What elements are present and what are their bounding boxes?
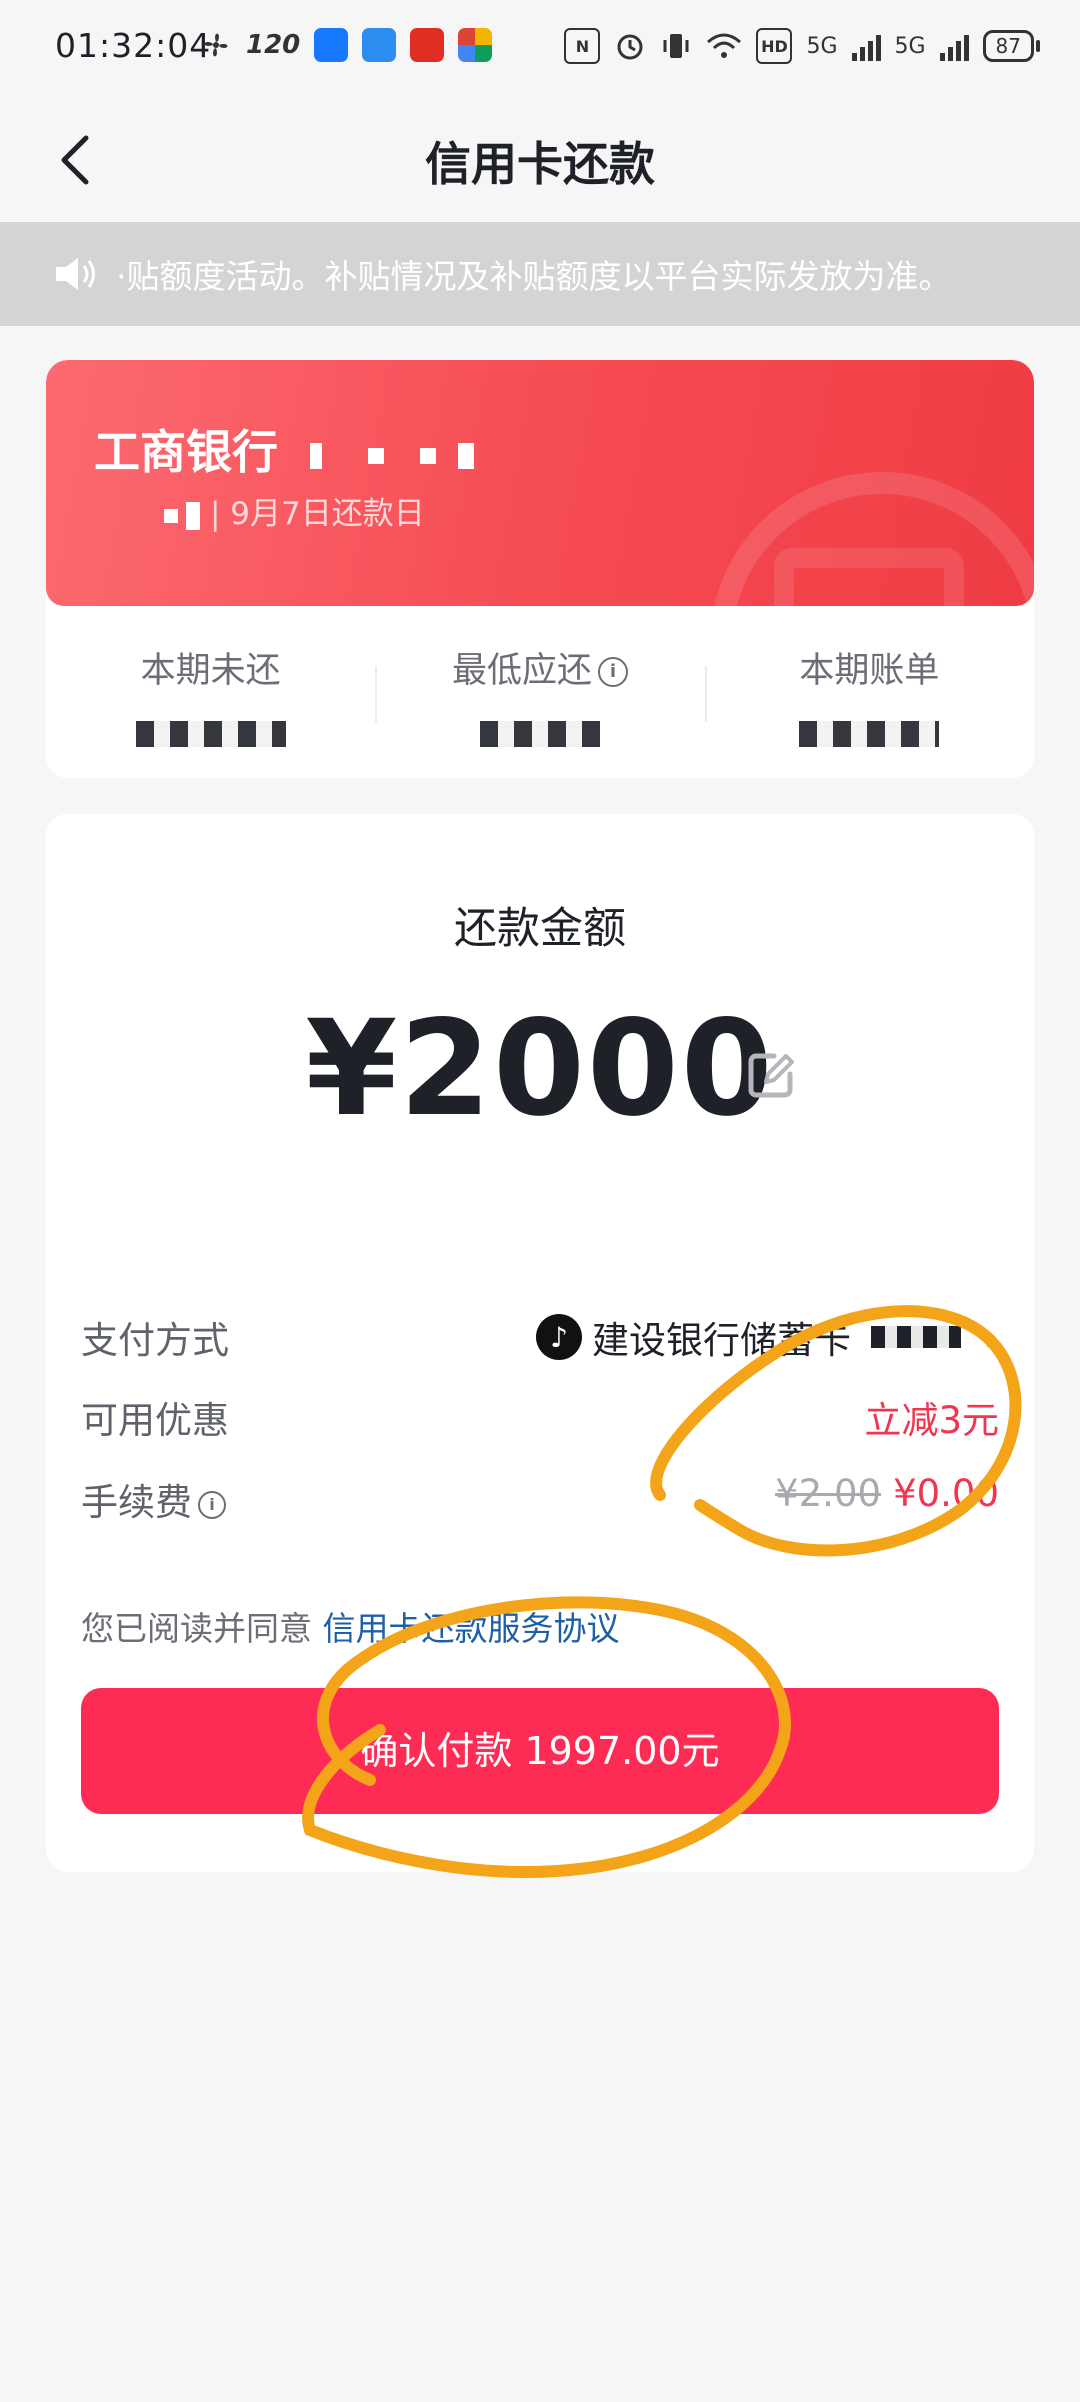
discount-label: 可用优惠 — [81, 1399, 229, 1442]
payment-method-text: 建设银行储蓄卡 — [592, 1319, 851, 1362]
status-left-icons: 120 — [200, 28, 493, 62]
douyin-pay-icon: ♪ — [536, 1314, 582, 1360]
stat-label: 最低应还 — [451, 651, 592, 691]
info-icon[interactable]: i — [598, 657, 628, 687]
shopping-app-icon — [410, 28, 445, 62]
bank-logo-watermark-inner — [774, 548, 964, 606]
payment-panel: 还款金额 ¥2000 支付方式 ♪ 建设银行储蓄卡 › 可用优惠 立减3元 手续… — [46, 814, 1034, 1872]
notice-banner: ·贴额度活动。补贴情况及补贴额度以平台实际发放为准。 — [0, 222, 1080, 326]
card-number-mask — [458, 442, 475, 469]
app-notification-icon — [362, 28, 397, 62]
amount-label: 还款金额 — [454, 904, 626, 954]
amount-value: ¥2000 — [305, 992, 775, 1146]
page-title: 信用卡还款 — [425, 137, 655, 191]
bank-name: 工商银行 — [94, 425, 278, 479]
signal-1-icon — [851, 31, 881, 61]
status-bar: 01:32:04 120 N HD 5G 5G 87 — [0, 0, 1080, 100]
fee-original: ¥2.00 — [775, 1472, 882, 1515]
discount-row[interactable]: 可用优惠 立减3元 — [81, 1382, 999, 1442]
confirm-pay-button[interactable]: 确认付款 1997.00元 — [81, 1688, 999, 1814]
chevron-right-icon: › — [983, 1314, 999, 1360]
alipay-icon — [314, 28, 349, 62]
fee-label-wrap: 手续费 i — [81, 1472, 226, 1526]
stat-label: 本期未还 — [140, 651, 281, 691]
stat-label-row: 最低应还 i — [375, 642, 704, 693]
alarm-icon — [617, 34, 643, 60]
bank-card[interactable]: 工商银行 | 9月7日还款日 — [46, 360, 1034, 606]
status-time: 01:32:04 — [55, 26, 212, 65]
discount-value[interactable]: 立减3元 — [864, 1390, 999, 1444]
stat-statement: 本期账单 — [704, 606, 1034, 778]
payment-method-label: 支付方式 — [81, 1319, 229, 1362]
agreement-link[interactable]: 信用卡还款服务协议 — [323, 1609, 620, 1648]
fee-values: ¥2.00 ¥0.00 — [775, 1472, 999, 1515]
browser-app-icon — [458, 28, 493, 62]
nfc-icon: N — [564, 28, 601, 64]
fee-current: ¥0.00 — [893, 1472, 999, 1515]
signal-2-icon — [939, 31, 969, 61]
stat-value-mask — [135, 721, 286, 747]
card-number-mask — [368, 447, 385, 464]
fan-icon — [204, 33, 228, 57]
bill-stats: 本期未还 最低应还 i 本期账单 — [46, 606, 1034, 778]
refresh-rate: 120 — [246, 30, 301, 60]
battery-icon: 87 — [982, 30, 1040, 62]
agreement-text: 您已阅读并同意 信用卡还款服务协议 — [81, 1602, 620, 1650]
due-date: | 9月7日还款日 — [210, 496, 425, 532]
card-tail-mask — [871, 1326, 961, 1348]
card-number-mask — [310, 442, 323, 469]
nav-header: 信用卡还款 — [0, 100, 1080, 222]
payment-method-row[interactable]: 支付方式 ♪ 建设银行储蓄卡 › — [81, 1302, 999, 1362]
bank-name-row: 工商银行 — [94, 416, 475, 482]
card-tail-mask — [164, 508, 178, 523]
stat-value-mask — [479, 721, 600, 747]
signal-1-label: 5G — [806, 33, 838, 59]
info-icon[interactable]: i — [198, 1490, 226, 1519]
fee-label: 手续费 — [81, 1481, 192, 1524]
signal-2-label: 5G — [894, 33, 926, 59]
edit-icon[interactable] — [744, 1048, 798, 1102]
credit-card-panel: 工商银行 | 9月7日还款日 本期未还 最低应还 i 本期账单 — [46, 360, 1034, 778]
speaker-icon — [56, 258, 95, 290]
card-tail-mask — [186, 501, 200, 530]
stat-value-mask — [799, 721, 940, 747]
status-right-icons: N HD 5G 5G 87 — [564, 28, 1040, 64]
card-number-mask — [420, 447, 437, 464]
wifi-icon — [707, 33, 742, 58]
payment-method-value[interactable]: ♪ 建设银行储蓄卡 › — [536, 1310, 999, 1364]
hd-icon: HD — [756, 28, 793, 64]
stat-label: 本期账单 — [799, 651, 940, 691]
fee-row: 手续费 i ¥2.00 ¥0.00 — [81, 1464, 999, 1524]
stat-minimum: 最低应还 i — [375, 606, 704, 778]
battery-level: 87 — [982, 30, 1034, 62]
notice-text: ·贴额度活动。补贴情况及补贴额度以平台实际发放为准。 — [116, 257, 952, 296]
agreement-prefix: 您已阅读并同意 — [81, 1609, 312, 1648]
stat-unpaid: 本期未还 — [46, 606, 375, 778]
due-date-row: | 9月7日还款日 — [164, 488, 425, 533]
vibrate-icon — [663, 34, 689, 58]
